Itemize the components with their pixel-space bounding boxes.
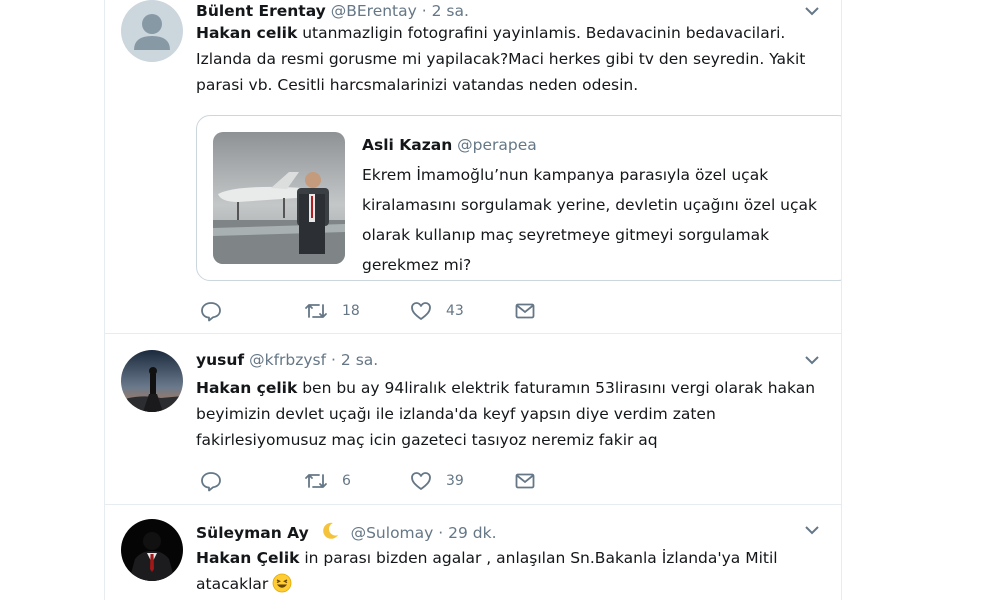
envelope-icon <box>514 300 536 322</box>
tweet[interactable]: Süleyman Ay @Sulomay · 29 dk. Hakan Çeli… <box>105 505 841 600</box>
crescent-moon-icon <box>320 521 340 545</box>
timestamp[interactable]: 2 sa. <box>432 2 469 20</box>
separator: · <box>421 2 427 20</box>
like-button[interactable]: 39 <box>410 470 464 492</box>
timestamp[interactable]: 2 sa. <box>341 351 378 369</box>
separator: · <box>331 351 336 369</box>
author-handle[interactable]: @Sulomay <box>351 524 434 542</box>
direct-message-button[interactable] <box>514 470 536 492</box>
reply-icon <box>200 300 222 322</box>
like-button[interactable]: 43 <box>410 300 464 322</box>
reply-button[interactable] <box>200 300 222 322</box>
quoted-tweet-image[interactable] <box>213 132 345 264</box>
like-count: 39 <box>446 473 464 489</box>
quoted-author-name[interactable]: Asli Kazan <box>362 136 452 154</box>
envelope-icon <box>514 470 536 492</box>
tweet-text: Hakan Çelik in parası bizden agalar , an… <box>196 545 836 600</box>
tweet[interactable]: yusuf @kfrbzysf · 2 sa. Hakan çelik ben … <box>105 334 841 505</box>
timeline: Bülent Erentay @BErentay · 2 sa. Hakan c… <box>104 0 842 600</box>
retweet-count: 18 <box>342 303 360 319</box>
quoted-tweet[interactable]: Asli Kazan @perapea Ekrem İmamoğlu’nun k… <box>196 115 841 281</box>
separator: · <box>438 524 444 542</box>
heart-icon <box>410 470 432 492</box>
user-avatar[interactable] <box>121 519 183 581</box>
author-name[interactable]: Bülent Erentay <box>196 2 326 20</box>
author-handle[interactable]: @kfrbzysf <box>249 351 326 369</box>
mention-link[interactable]: Hakan çelik <box>196 379 297 397</box>
heart-icon <box>410 300 432 322</box>
chevron-down-icon[interactable] <box>803 351 821 373</box>
tweet-text: Hakan celik utanmazligin fotografini yay… <box>196 24 806 94</box>
tweet[interactable]: Bülent Erentay @BErentay · 2 sa. Hakan c… <box>105 0 841 334</box>
mention-link[interactable]: Hakan celik <box>196 24 297 42</box>
tweet-header: yusuf @kfrbzysf · 2 sa. <box>196 351 821 369</box>
quoted-tweet-header: Asli Kazan @perapea <box>362 136 537 154</box>
retweet-count: 6 <box>342 473 351 489</box>
reply-button[interactable] <box>200 470 222 492</box>
like-count: 43 <box>446 303 464 319</box>
direct-message-button[interactable] <box>514 300 536 322</box>
retweet-icon <box>304 470 328 492</box>
retweet-button[interactable]: 6 <box>304 470 351 492</box>
retweet-icon <box>304 300 328 322</box>
tweet-actions: 6 39 <box>196 470 716 496</box>
default-avatar[interactable] <box>121 0 183 62</box>
timestamp[interactable]: 29 dk. <box>448 524 496 542</box>
tweet-header: Süleyman Ay @Sulomay · 29 dk. <box>196 521 821 545</box>
user-avatar[interactable] <box>121 350 183 412</box>
laughing-emoji-icon <box>272 573 292 600</box>
author-name[interactable]: Süleyman Ay <box>196 524 309 542</box>
tweet-actions: 18 43 <box>196 300 716 326</box>
tweet-header: Bülent Erentay @BErentay · 2 sa. <box>196 2 821 20</box>
quoted-tweet-text: Ekrem İmamoğlu’nun kampanya parasıyla öz… <box>362 166 818 274</box>
author-name[interactable]: yusuf <box>196 351 244 369</box>
quoted-author-handle[interactable]: @perapea <box>457 136 537 154</box>
reply-icon <box>200 470 222 492</box>
author-handle[interactable]: @BErentay <box>331 2 417 20</box>
tweet-text: Hakan çelik ben bu ay 94liralık elektrik… <box>196 379 816 449</box>
retweet-button[interactable]: 18 <box>304 300 360 322</box>
mention-link[interactable]: Hakan Çelik <box>196 549 299 567</box>
chevron-down-icon[interactable] <box>803 521 821 543</box>
